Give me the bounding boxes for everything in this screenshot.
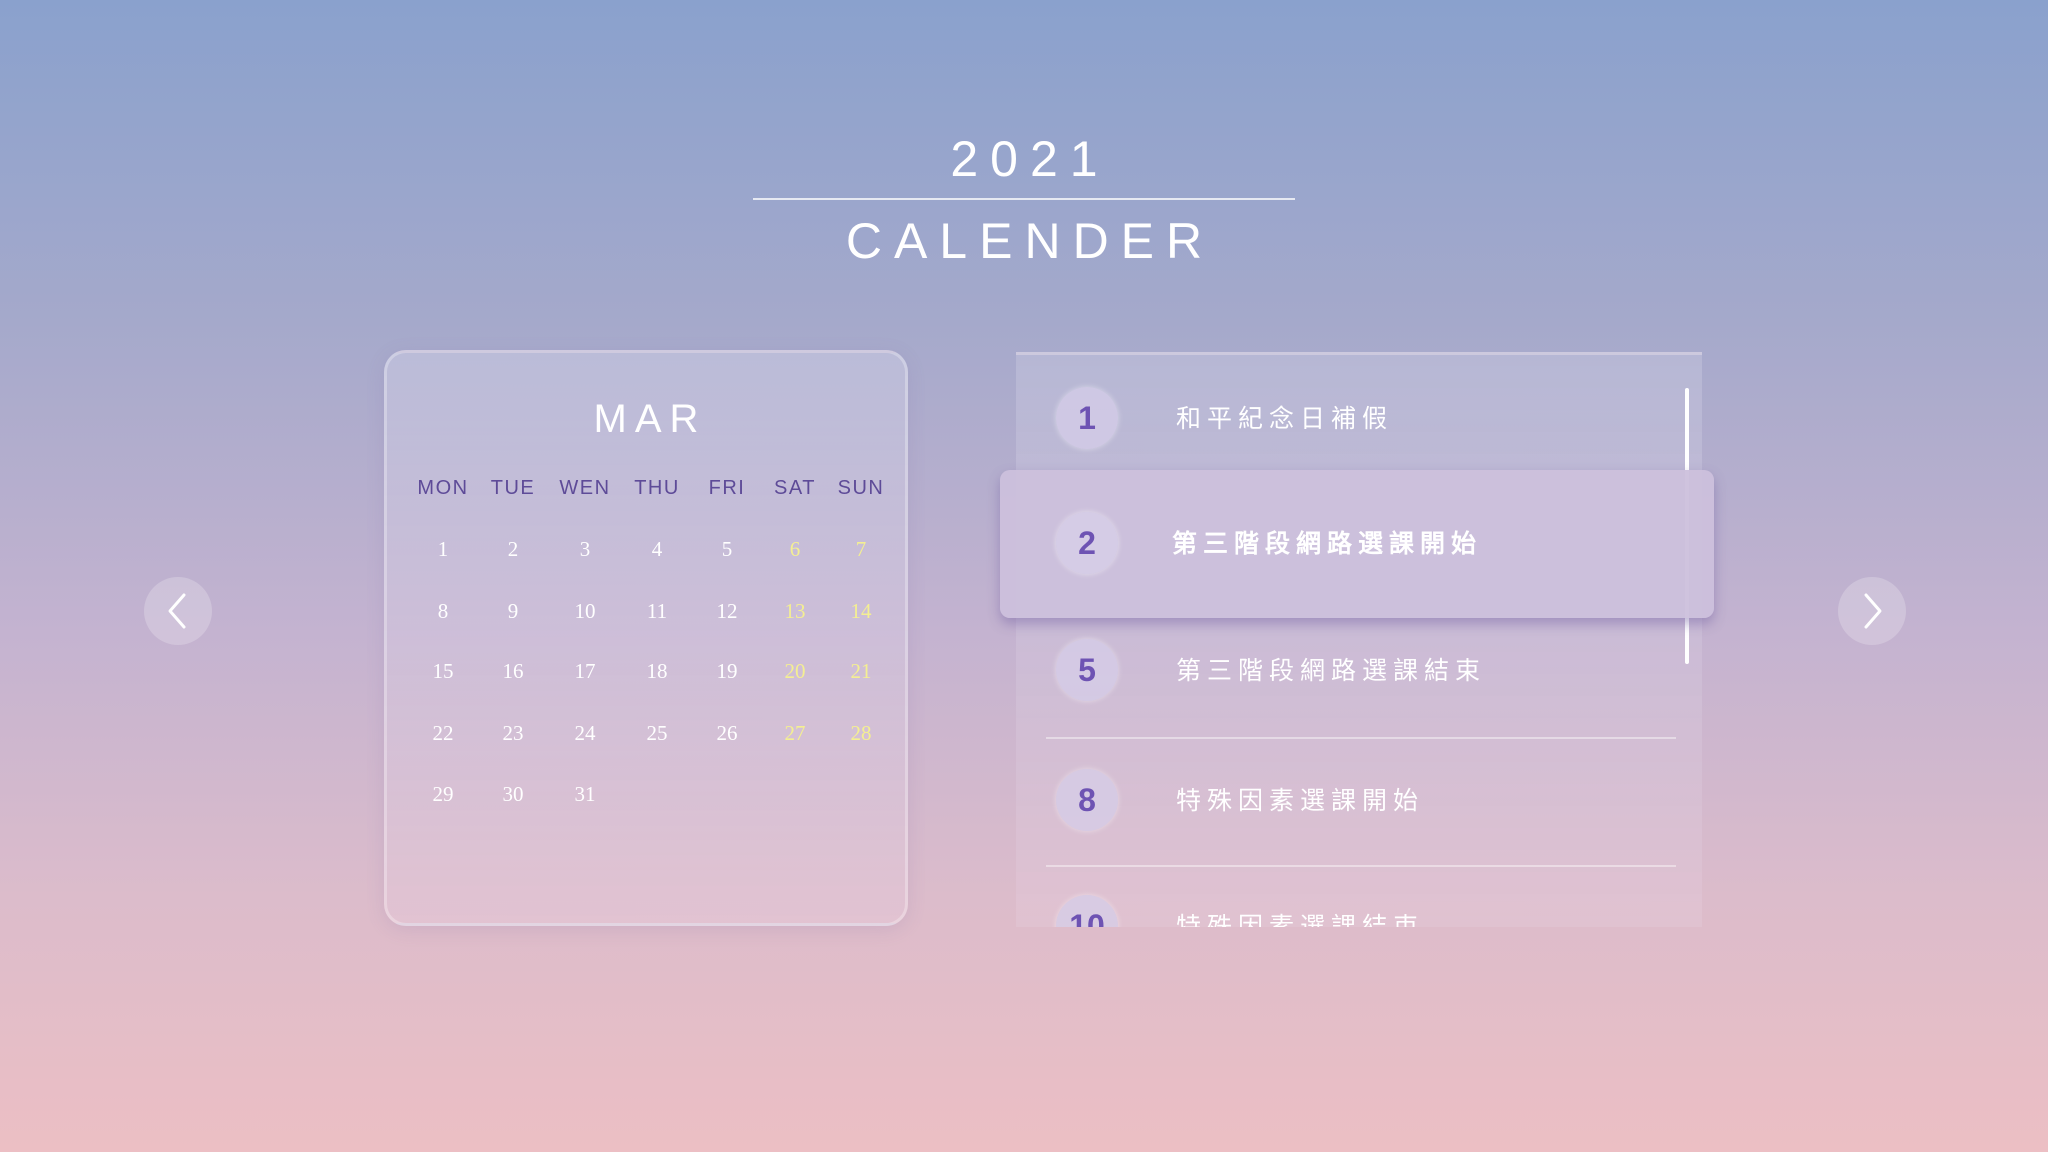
weekday-header: THU <box>634 477 680 499</box>
calendar-day[interactable]: 10 <box>560 599 610 624</box>
calendar-day[interactable]: 28 <box>836 721 886 746</box>
month-calendar-card: MAR MON TUE WEN THU FRI SAT SUN 1 2 3 4 5 6 7 8 9 10 11 12… <box>384 350 908 926</box>
calendar-day[interactable]: 26 <box>702 721 752 746</box>
page-title: 2021 CALENDER <box>845 131 1215 269</box>
calendar-day[interactable]: 31 <box>560 782 610 807</box>
calendar-day[interactable]: 2 <box>488 537 538 562</box>
calendar-day[interactable]: 3 <box>560 537 610 562</box>
weekday-header: FRI <box>708 477 746 499</box>
event-row[interactable]: 10 特殊因素選課結束 <box>1016 863 1702 927</box>
event-title: 特殊因素選課結束 <box>1176 912 1425 927</box>
event-day-badge: 5 <box>1056 639 1118 701</box>
calendar-day[interactable]: 11 <box>632 599 682 624</box>
calendar-day[interactable]: 12 <box>702 599 752 624</box>
calendar-day[interactable]: 13 <box>770 599 820 624</box>
calendar-day[interactable]: 21 <box>836 659 886 684</box>
selected-event-card[interactable]: 2 第三階段網路選課開始 <box>1000 470 1714 618</box>
chevron-left-icon <box>168 593 186 629</box>
calendar-day[interactable]: 6 <box>770 537 820 562</box>
title-underline <box>753 198 1295 200</box>
event-title: 第三階段網路選課結束 <box>1176 656 1487 685</box>
event-list-panel[interactable]: 1 和平紀念日補假 5 第三階段網路選課結束 8 特殊因素選課開始 10 特殊因… <box>1016 352 1702 927</box>
calendar-day[interactable]: 14 <box>836 599 886 624</box>
event-day-badge: 2 <box>1056 512 1118 574</box>
month-label: MAR <box>593 397 707 441</box>
calendar-day[interactable]: 17 <box>560 659 610 684</box>
calendar-day[interactable]: 25 <box>632 721 682 746</box>
calendar-day[interactable]: 16 <box>488 659 538 684</box>
calendar-day[interactable]: 7 <box>836 537 886 562</box>
next-month-button[interactable] <box>1838 577 1906 645</box>
calendar-day[interactable]: 8 <box>418 599 468 624</box>
calendar-day[interactable]: 29 <box>418 782 468 807</box>
calendar-day[interactable]: 5 <box>702 537 752 562</box>
calendar-day[interactable]: 24 <box>560 721 610 746</box>
calendar-day[interactable]: 20 <box>770 659 820 684</box>
page-title-block: 2021 CALENDER <box>753 118 1295 269</box>
event-row[interactable]: 5 第三階段網路選課結束 <box>1016 607 1702 733</box>
calendar-day[interactable]: 15 <box>418 659 468 684</box>
event-row[interactable]: 1 和平紀念日補假 <box>1016 355 1702 481</box>
event-title: 和平紀念日補假 <box>1176 404 1394 433</box>
event-day-badge: 8 <box>1056 769 1118 831</box>
calendar-day[interactable]: 4 <box>632 537 682 562</box>
calendar-day[interactable]: 27 <box>770 721 820 746</box>
event-day-badge: 1 <box>1056 387 1118 449</box>
calendar-day[interactable]: 22 <box>418 721 468 746</box>
weekday-header: SAT <box>774 477 816 499</box>
chevron-right-icon <box>1864 593 1882 629</box>
calendar-day[interactable]: 9 <box>488 599 538 624</box>
calendar-day[interactable]: 1 <box>418 537 468 562</box>
event-title: 第三階段網路選課開始 <box>1172 529 1483 558</box>
calendar-day[interactable]: 19 <box>702 659 752 684</box>
weekday-header: MON <box>417 477 469 499</box>
calendar-day[interactable]: 18 <box>632 659 682 684</box>
event-title: 特殊因素選課開始 <box>1176 786 1425 815</box>
prev-month-button[interactable] <box>144 577 212 645</box>
event-row[interactable]: 8 特殊因素選課開始 <box>1016 737 1702 863</box>
event-day-badge: 10 <box>1056 895 1118 927</box>
calendar-day[interactable]: 30 <box>488 782 538 807</box>
weekday-header: SUN <box>837 477 885 499</box>
weekday-header: WEN <box>559 477 611 499</box>
calendar-day[interactable]: 23 <box>488 721 538 746</box>
weekday-header: TUE <box>490 477 536 499</box>
